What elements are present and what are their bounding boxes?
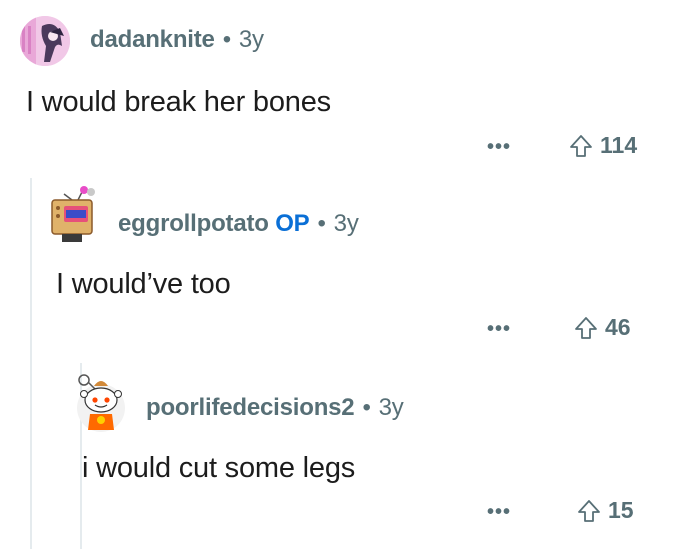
username-link[interactable]: poorlifedecisions2 — [146, 394, 355, 421]
op-badge: OP — [275, 210, 310, 237]
avatar-image-icon — [77, 374, 125, 432]
comment-username[interactable]: eggrollpotato OP • 3y — [118, 210, 359, 238]
thread-line-level-1[interactable] — [30, 178, 32, 549]
meta-separator: • — [222, 26, 231, 53]
comment-age: 3y — [378, 394, 404, 421]
avatar-image-icon — [51, 186, 95, 242]
upvote-button[interactable]: 46 — [573, 314, 631, 341]
upvote-arrow-icon — [575, 316, 597, 339]
comment-body: i would cut some legs — [82, 452, 356, 484]
avatar-image-icon — [20, 16, 70, 66]
meta-separator: • — [362, 394, 371, 421]
avatar[interactable] — [74, 372, 128, 434]
comment-username[interactable]: dadanknite • 3y — [90, 26, 264, 54]
vote-count: 46 — [605, 314, 631, 340]
comment-body: I would break her bones — [26, 86, 331, 118]
avatar[interactable] — [20, 16, 70, 66]
upvote-button[interactable]: 15 — [576, 497, 634, 524]
avatar[interactable] — [48, 184, 104, 244]
meta-separator: • — [317, 210, 326, 237]
more-options-button[interactable]: ••• — [487, 136, 511, 159]
username-link[interactable]: eggrollpotato — [118, 210, 269, 237]
more-options-button[interactable]: ••• — [487, 501, 511, 524]
username-link[interactable]: dadanknite — [90, 26, 215, 53]
comment-body: I would’ve too — [56, 268, 231, 300]
comment-username[interactable]: poorlifedecisions2 • 3y — [146, 394, 404, 422]
more-options-button[interactable]: ••• — [487, 318, 511, 341]
comment-age: 3y — [333, 210, 359, 237]
comment-age: 3y — [238, 26, 264, 53]
vote-count: 15 — [608, 497, 634, 523]
upvote-arrow-icon — [578, 499, 600, 522]
upvote-button[interactable]: 114 — [568, 132, 637, 159]
upvote-arrow-icon — [570, 134, 592, 157]
vote-count: 114 — [600, 132, 638, 158]
